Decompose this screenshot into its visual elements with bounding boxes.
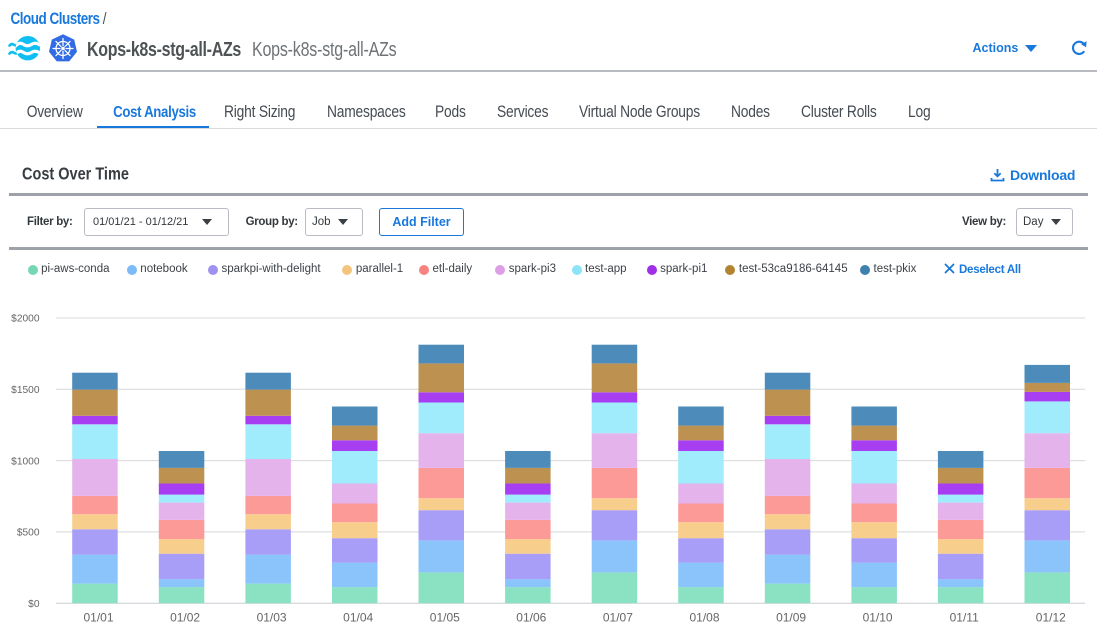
svg-text:$0: $0 [28,599,40,610]
svg-text:01/10: 01/10 [863,611,893,625]
svg-text:01/07: 01/07 [603,611,633,625]
svg-text:$500: $500 [17,528,40,539]
svg-text:$1000: $1000 [11,456,40,467]
svg-text:01/12: 01/12 [1036,611,1066,625]
svg-text:01/03: 01/03 [257,611,287,625]
svg-text:01/04: 01/04 [343,611,373,625]
svg-text:01/09: 01/09 [776,611,806,625]
svg-text:$1500: $1500 [11,385,40,396]
svg-text:01/11: 01/11 [950,611,979,625]
svg-text:01/05: 01/05 [430,611,460,625]
svg-text:01/02: 01/02 [170,611,200,625]
svg-text:01/06: 01/06 [516,611,546,625]
svg-text:$2000: $2000 [11,314,40,325]
svg-text:01/01: 01/01 [83,611,113,625]
svg-text:01/08: 01/08 [689,611,719,625]
